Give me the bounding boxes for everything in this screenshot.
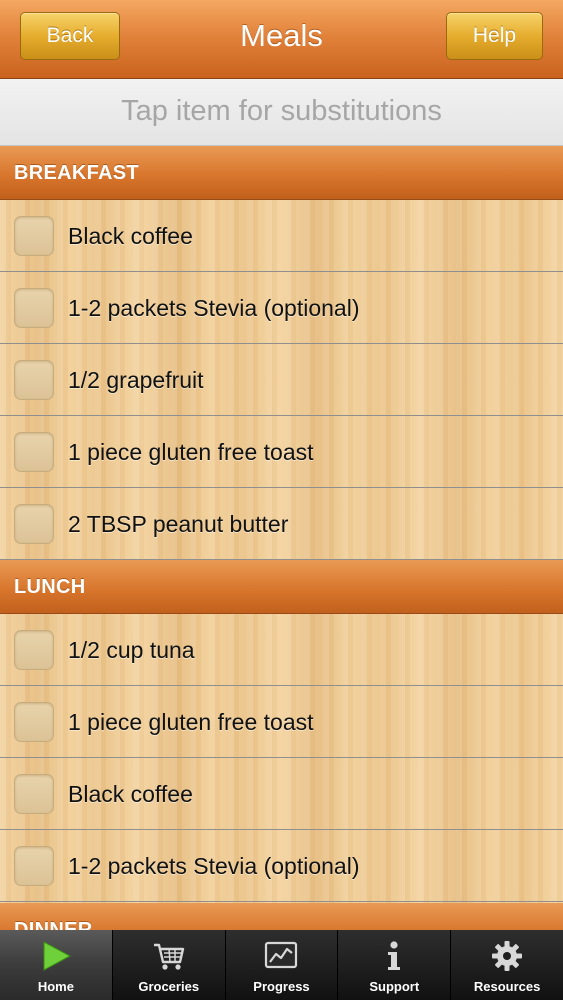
tab-support[interactable]: Support	[337, 930, 451, 1000]
tab-label: Groceries	[138, 979, 200, 994]
meal-item[interactable]: 1-2 packets Stevia (optional)	[0, 830, 563, 902]
section-title: LUNCH	[14, 576, 86, 598]
meal-item-label: 1/2 cup tuna	[68, 637, 195, 663]
meal-item[interactable]: 1 piece gluten free toast	[0, 416, 563, 488]
meal-item-label: Black coffee	[68, 781, 193, 807]
meal-item-label: 1 piece gluten free toast	[68, 439, 314, 465]
meal-item[interactable]: 1/2 cup tuna	[0, 614, 563, 686]
help-button[interactable]: Help	[446, 12, 543, 60]
tab-home[interactable]: Home	[0, 930, 112, 1000]
meal-list[interactable]: BREAKFAST Black coffee 1-2 packets Stevi…	[0, 146, 563, 930]
item-checkbox[interactable]	[14, 846, 54, 886]
item-checkbox[interactable]	[14, 216, 54, 256]
item-checkbox[interactable]	[14, 702, 54, 742]
tab-bar: Home Groceries Progress Support Resource…	[0, 930, 563, 1000]
item-checkbox[interactable]	[14, 630, 54, 670]
tab-label: Support	[369, 979, 420, 994]
item-checkbox[interactable]	[14, 288, 54, 328]
section-header-dinner: DINNER	[0, 903, 563, 930]
item-checkbox[interactable]	[14, 432, 54, 472]
info-icon	[388, 941, 401, 970]
gear-icon	[492, 941, 523, 971]
meal-item[interactable]: 1/2 grapefruit	[0, 344, 563, 416]
tab-groceries[interactable]: Groceries	[111, 930, 225, 1000]
tab-label: Progress	[253, 979, 310, 994]
substitutions-hint-bar: Tap item for substitutions	[0, 79, 563, 146]
meal-item-label: 1 piece gluten free toast	[68, 709, 314, 735]
nav-bar: Back Meals Help	[0, 0, 563, 79]
chart-icon	[265, 941, 298, 969]
item-checkbox[interactable]	[14, 360, 54, 400]
meal-item[interactable]: 1 piece gluten free toast	[0, 686, 563, 758]
meal-item-label: 2 TBSP peanut butter	[68, 511, 289, 537]
play-icon	[43, 941, 71, 971]
meal-item-label: Black coffee	[68, 223, 193, 249]
section-header-breakfast: BREAKFAST	[0, 146, 563, 200]
section-title: DINNER	[14, 919, 93, 930]
meal-item-label: 1-2 packets Stevia (optional)	[68, 295, 360, 321]
item-checkbox[interactable]	[14, 504, 54, 544]
tab-label: Home	[37, 979, 74, 994]
meal-item[interactable]: 1-2 packets Stevia (optional)	[0, 272, 563, 344]
tab-progress[interactable]: Progress	[224, 930, 338, 1000]
tab-resources[interactable]: Resources	[450, 930, 563, 1000]
item-checkbox[interactable]	[14, 774, 54, 814]
substitutions-hint: Tap item for substitutions	[121, 95, 442, 127]
meal-item-label: 1-2 packets Stevia (optional)	[68, 853, 360, 879]
meal-item[interactable]: Black coffee	[0, 758, 563, 830]
cart-icon	[153, 943, 184, 970]
section-header-lunch: LUNCH	[0, 560, 563, 614]
meal-item[interactable]: 2 TBSP peanut butter	[0, 488, 563, 560]
tab-label: Resources	[473, 979, 541, 994]
meal-item[interactable]: Black coffee	[0, 200, 563, 272]
meal-item-label: 1/2 grapefruit	[68, 367, 204, 393]
section-title: BREAKFAST	[14, 162, 139, 184]
